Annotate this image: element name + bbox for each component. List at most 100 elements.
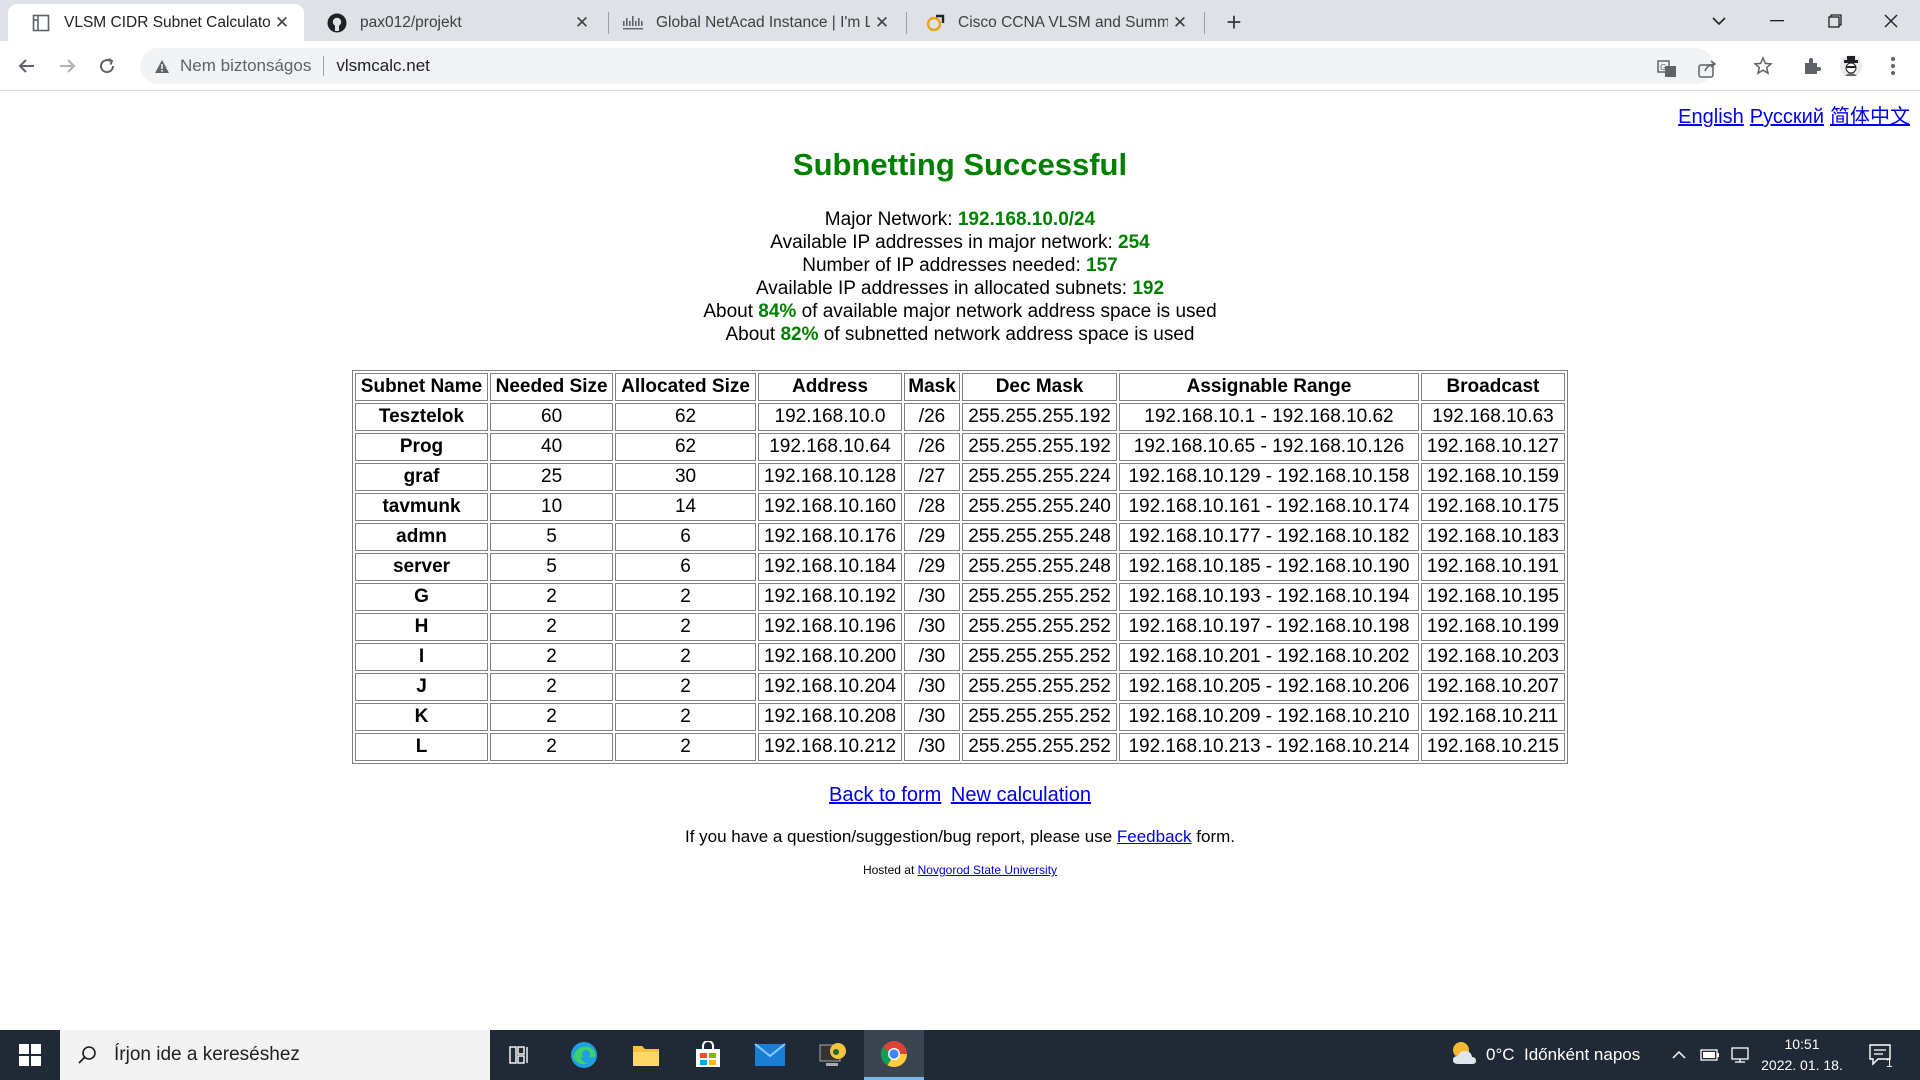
show-hidden-icons-chevron-icon[interactable] <box>1672 1030 1686 1080</box>
table-row: server 5 6 192.168.10.184/29 255.255.255.248… <box>355 553 1565 581</box>
cell-needed-size: 2 <box>490 613 614 641</box>
tab-netacad[interactable]: Global NetAcad Instance | I'm Le ✕ <box>600 4 904 41</box>
back-to-form-link[interactable]: Back to form <box>829 784 941 806</box>
university-link[interactable]: Novgorod State University <box>918 863 1057 877</box>
bookmark-star-icon[interactable] <box>1748 51 1778 81</box>
edge-browser-icon[interactable] <box>554 1030 614 1080</box>
cell-broadcast: 192.168.10.159 <box>1420 463 1565 491</box>
cell-assignable-range: 192.168.10.201 - 192.168.10.202 <box>1119 643 1419 671</box>
summary-block: Major Network: 192.168.10.0/24 Available… <box>0 208 1920 346</box>
cell-dec-mask: 255.255.255.252 <box>961 733 1118 761</box>
battery-icon[interactable] <box>1700 1030 1720 1080</box>
cell-dec-mask: 255.255.255.240 <box>961 493 1118 521</box>
cell-allocated-size: 2 <box>615 733 756 761</box>
cell-mask: /29 <box>904 523 960 551</box>
share-icon[interactable] <box>1692 54 1722 84</box>
extensions-icon[interactable] <box>1797 51 1827 81</box>
cell-needed-size: 2 <box>490 673 614 701</box>
taskbar-clock[interactable]: 10:51 2022. 01. 18. <box>1752 1034 1852 1076</box>
forward-button[interactable] <box>52 51 82 81</box>
column-header-broadcast: Broadcast <box>1420 373 1565 401</box>
summary-major-usage: About 84% of available major network add… <box>0 300 1920 323</box>
tab-search-button[interactable] <box>1690 0 1748 41</box>
chrome-browser-icon[interactable] <box>864 1030 924 1080</box>
task-view-icon[interactable] <box>490 1030 550 1080</box>
feedback-text: If you have a question/suggestion/bug re… <box>0 827 1920 847</box>
cell-assignable-range: 192.168.10.205 - 192.168.10.206 <box>1119 673 1419 701</box>
table-row: L 2 2 192.168.10.212/30 255.255.255.252 192.1… <box>355 733 1565 761</box>
cell-dec-mask: 255.255.255.252 <box>961 703 1118 731</box>
cell-allocated-size: 6 <box>615 523 756 551</box>
feedback-link[interactable]: Feedback <box>1117 827 1192 846</box>
summary-value: 192 <box>1132 278 1165 299</box>
lang-link-chinese[interactable]: 简体中文 <box>1830 106 1910 128</box>
cell-allocated-size: 2 <box>615 583 756 611</box>
cell-allocated-size: 6 <box>615 553 756 581</box>
cell-broadcast: 192.168.10.215 <box>1420 733 1565 761</box>
mail-icon[interactable] <box>740 1030 800 1080</box>
cell-mask: /30 <box>904 643 960 671</box>
feedback-label: form. <box>1191 827 1236 846</box>
summary-label: Major Network: <box>824 209 958 230</box>
url-text[interactable]: vlsmcalc.net <box>336 56 430 76</box>
close-icon[interactable]: ✕ <box>270 11 294 35</box>
reload-button[interactable] <box>92 51 122 81</box>
lang-link-english[interactable]: English <box>1678 106 1744 128</box>
menu-icon[interactable] <box>1878 51 1908 81</box>
tab-github[interactable]: pax012/projekt ✕ <box>304 4 604 41</box>
new-tab-button[interactable]: + <box>1220 7 1248 37</box>
site-icon <box>924 12 946 34</box>
notification-center-icon[interactable]: 1 <box>1868 1030 1893 1080</box>
cell-subnet-name: H <box>355 613 489 641</box>
summary-label: Available IP addresses in major network: <box>770 232 1119 253</box>
weather-widget[interactable]: 0°C Időnként napos <box>1450 1030 1640 1080</box>
cell-subnet-name: J <box>355 673 489 701</box>
summary-available-ips: Available IP addresses in major network:… <box>0 231 1920 254</box>
new-calculation-link[interactable]: New calculation <box>951 784 1091 806</box>
cell-mask: /29 <box>904 553 960 581</box>
cell-broadcast: 192.168.10.127 <box>1420 433 1565 461</box>
close-icon[interactable]: ✕ <box>570 11 594 35</box>
summary-subnet-usage: About 82% of subnetted network address s… <box>0 323 1920 346</box>
close-icon[interactable]: ✕ <box>1168 11 1192 35</box>
hosted-label: Hosted at <box>862 863 918 877</box>
tab-title: Cisco CCNA VLSM and Summariz <box>958 13 1168 31</box>
restore-button[interactable] <box>1806 0 1864 41</box>
close-window-button[interactable] <box>1862 0 1920 41</box>
tab-cisco-vlsm[interactable]: Cisco CCNA VLSM and Summariz ✕ <box>902 4 1202 41</box>
back-button[interactable] <box>12 51 42 81</box>
warning-icon[interactable] <box>150 59 174 74</box>
taskbar-search-box[interactable]: Írjon ide a kereséshez <box>60 1030 490 1080</box>
divider <box>323 56 325 76</box>
packet-tracer-icon[interactable] <box>802 1030 862 1080</box>
translate-icon[interactable]: G <box>1652 54 1682 84</box>
summary-value: 192.168.10.0/24 <box>957 209 1096 230</box>
cell-mask: /30 <box>904 583 960 611</box>
table-row: J 2 2 192.168.10.204/30 255.255.255.252 192.1… <box>355 673 1565 701</box>
cell-assignable-range: 192.168.10.161 - 192.168.10.174 <box>1119 493 1419 521</box>
tab-vlsm-calculator[interactable]: VLSM CIDR Subnet Calculator ✕ <box>8 4 304 41</box>
cell-broadcast: 192.168.10.203 <box>1420 643 1565 671</box>
address-bar[interactable]: Nem biztonságos vlsmcalc.net G <box>140 48 1717 84</box>
cell-assignable-range: 192.168.10.1 - 192.168.10.62 <box>1119 403 1419 431</box>
lang-link-russian[interactable]: Русский <box>1750 106 1824 128</box>
network-icon[interactable] <box>1730 1030 1750 1080</box>
cell-mask: /26 <box>904 403 960 431</box>
cell-assignable-range: 192.168.10.193 - 192.168.10.194 <box>1119 583 1419 611</box>
cell-subnet-name: I <box>355 643 489 671</box>
summary-label: About <box>725 324 781 345</box>
cell-needed-size: 2 <box>490 733 614 761</box>
cell-allocated-size: 62 <box>615 433 756 461</box>
cell-mask: /30 <box>904 703 960 731</box>
security-label[interactable]: Nem biztonságos <box>180 56 311 76</box>
cell-needed-size: 25 <box>490 463 614 491</box>
windows-start-icon[interactable] <box>0 1030 60 1080</box>
microsoft-store-icon[interactable] <box>678 1030 738 1080</box>
cell-dec-mask: 255.255.255.252 <box>961 673 1118 701</box>
profile-avatar-icon[interactable] <box>1836 51 1866 81</box>
minimize-button[interactable] <box>1748 0 1806 41</box>
search-icon <box>74 1045 100 1065</box>
file-explorer-icon[interactable] <box>616 1030 676 1080</box>
cell-dec-mask: 255.255.255.192 <box>961 403 1118 431</box>
close-icon[interactable]: ✕ <box>870 11 894 35</box>
